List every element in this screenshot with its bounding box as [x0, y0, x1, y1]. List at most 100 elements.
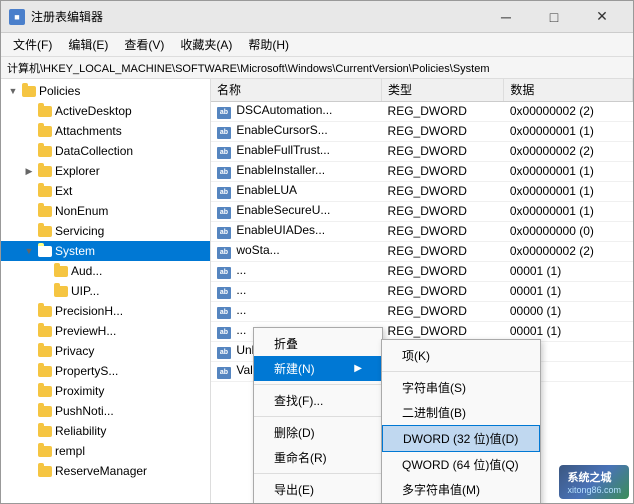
context-menu: 折叠 新建(N) ▶ 查找(F)... 删除(D) 重命名(R)	[253, 327, 383, 503]
tree-item-system[interactable]: ▼ System	[1, 241, 210, 261]
tree-item-proximity[interactable]: Proximity	[1, 381, 210, 401]
tree-item-explorer[interactable]: ▶ Explorer	[1, 161, 210, 181]
tree-panel[interactable]: ▼ Policies ▶ ActiveDesktop ▶ Attachments	[1, 79, 211, 503]
submenu-item-dword[interactable]: DWORD (32 位)值(D)	[382, 425, 540, 452]
cell-type-9: REG_DWORD	[382, 281, 504, 301]
tree-item-attachments[interactable]: ▶ Attachments	[1, 121, 210, 141]
col-header-type[interactable]: 类型	[382, 79, 504, 101]
ctx-item-export[interactable]: 导出(E)	[254, 477, 382, 502]
watermark: 系统之城 xitong86.com	[559, 465, 629, 499]
table-row[interactable]: ab EnableFullTrust...REG_DWORD0x00000002…	[211, 141, 633, 161]
tree-item-servicing[interactable]: Servicing	[1, 221, 210, 241]
menu-item-a[interactable]: 收藏夹(A)	[172, 33, 240, 56]
folder-icon-reliability	[37, 424, 53, 438]
ctx-item-new[interactable]: 新建(N) ▶	[254, 356, 382, 381]
expand-icon-policies[interactable]: ▼	[5, 83, 21, 99]
submenu-separator-1	[382, 371, 540, 372]
table-row[interactable]: ab EnableLUAREG_DWORD0x00000001 (1)	[211, 181, 633, 201]
tree-item-propertys[interactable]: PropertyS...	[1, 361, 210, 381]
tree-item-privacy[interactable]: Privacy	[1, 341, 210, 361]
cell-name-2: ab EnableFullTrust...	[211, 141, 382, 161]
table-row[interactable]: ab EnableInstaller...REG_DWORD0x00000001…	[211, 161, 633, 181]
ctx-separator-2	[254, 416, 382, 417]
title-buttons: ─ □ ✕	[483, 3, 625, 31]
table-row[interactable]: ab ...REG_DWORD00000 (1)	[211, 301, 633, 321]
menu-item-v[interactable]: 查看(V)	[116, 33, 172, 56]
tree-item-pushnoti[interactable]: PushNoti...	[1, 401, 210, 421]
expand-icon-system[interactable]: ▼	[21, 243, 37, 259]
submenu-item-qword[interactable]: QWORD (64 位)值(Q)	[382, 452, 540, 477]
cell-name-4: ab EnableLUA	[211, 181, 382, 201]
folder-icon-proximity	[37, 384, 53, 398]
window-title: 注册表编辑器	[31, 8, 103, 25]
tree-item-reliability[interactable]: Reliability	[1, 421, 210, 441]
cell-data-10: 00000 (1)	[504, 301, 633, 321]
cell-name-10: ab ...	[211, 301, 382, 321]
menu-item-f[interactable]: 文件(F)	[5, 33, 60, 56]
ctx-item-find[interactable]: 查找(F)...	[254, 388, 382, 413]
cell-data-0: 0x00000002 (2)	[504, 101, 633, 121]
tree-item-policies[interactable]: ▼ Policies	[1, 81, 210, 101]
ctx-separator-1	[254, 384, 382, 385]
cell-data-9: 00001 (1)	[504, 281, 633, 301]
tree-item-previewh[interactable]: PreviewH...	[1, 321, 210, 341]
table-row[interactable]: ab ...REG_DWORD00001 (1)	[211, 261, 633, 281]
cell-name-1: ab EnableCursorS...	[211, 121, 382, 141]
ctx-item-rename[interactable]: 重命名(R)	[254, 445, 382, 470]
tree-item-nonenum[interactable]: NonEnum	[1, 201, 210, 221]
tree-item-uip[interactable]: UIP...	[1, 281, 210, 301]
submenu-item-binary[interactable]: 二进制值(B)	[382, 400, 540, 425]
menu-item-h[interactable]: 帮助(H)	[240, 33, 297, 56]
table-row[interactable]: ab woSta...REG_DWORD0x00000002 (2)	[211, 241, 633, 261]
title-bar-left: ■ 注册表编辑器	[9, 8, 103, 25]
cell-type-2: REG_DWORD	[382, 141, 504, 161]
cell-type-8: REG_DWORD	[382, 261, 504, 281]
table-row[interactable]: ab EnableCursorS...REG_DWORD0x00000001 (…	[211, 121, 633, 141]
cell-data-4: 0x00000001 (1)	[504, 181, 633, 201]
submenu-item-string[interactable]: 字符串值(S)	[382, 375, 540, 400]
minimize-button[interactable]: ─	[483, 3, 529, 31]
folder-icon-activedesktop	[37, 104, 53, 118]
cell-type-3: REG_DWORD	[382, 161, 504, 181]
cell-data-6: 0x00000000 (0)	[504, 221, 633, 241]
submenu-item-expandstring[interactable]: 可扩充字符串值(E)	[382, 502, 540, 503]
cell-name-7: ab woSta...	[211, 241, 382, 261]
tree-item-reservemanager[interactable]: ReserveManager	[1, 461, 210, 481]
ctx-item-delete[interactable]: 删除(D)	[254, 420, 382, 445]
tree-item-activedesktop[interactable]: ▶ ActiveDesktop	[1, 101, 210, 121]
col-header-name[interactable]: 名称	[211, 79, 382, 101]
expand-icon-explorer[interactable]: ▶	[21, 163, 37, 179]
folder-icon-nonenum	[37, 204, 53, 218]
menu-item-e[interactable]: 编辑(E)	[60, 33, 116, 56]
submenu-new: 项(K) 字符串值(S) 二进制值(B) DWORD (32 位)值(D) QW…	[381, 339, 541, 503]
cell-type-1: REG_DWORD	[382, 121, 504, 141]
cell-type-7: REG_DWORD	[382, 241, 504, 261]
tree-item-aud[interactable]: Aud...	[1, 261, 210, 281]
table-row[interactable]: ab EnableUIADes...REG_DWORD0x00000000 (0…	[211, 221, 633, 241]
tree-item-rempl[interactable]: rempl	[1, 441, 210, 461]
table-row[interactable]: ab DSCAutomation...REG_DWORD0x00000002 (…	[211, 101, 633, 121]
table-row[interactable]: ab EnableSecureU...REG_DWORD0x00000001 (…	[211, 201, 633, 221]
close-button[interactable]: ✕	[579, 3, 625, 31]
cell-name-6: ab EnableUIADes...	[211, 221, 382, 241]
title-bar: ■ 注册表编辑器 ─ □ ✕	[1, 1, 633, 33]
table-row[interactable]: ab ...REG_DWORD00001 (1)	[211, 281, 633, 301]
submenu-item-multistring[interactable]: 多字符串值(M)	[382, 477, 540, 502]
submenu-item-key[interactable]: 项(K)	[382, 343, 540, 368]
maximize-button[interactable]: □	[531, 3, 577, 31]
folder-icon-propertys	[37, 364, 53, 378]
breadcrumb: 计算机\HKEY_LOCAL_MACHINE\SOFTWARE\Microsof…	[1, 57, 633, 79]
ctx-item-collapse[interactable]: 折叠	[254, 331, 382, 356]
col-header-data[interactable]: 数据	[504, 79, 633, 101]
cell-type-6: REG_DWORD	[382, 221, 504, 241]
folder-icon-datacollection	[37, 144, 53, 158]
folder-icon-rempl	[37, 444, 53, 458]
tree-item-ext[interactable]: Ext	[1, 181, 210, 201]
ctx-item-permissions[interactable]: 权限(P)...	[254, 502, 382, 503]
folder-icon-explorer	[37, 164, 53, 178]
tree-item-datacollection[interactable]: ▶ DataCollection	[1, 141, 210, 161]
cell-data-7: 0x00000002 (2)	[504, 241, 633, 261]
cell-data-5: 0x00000001 (1)	[504, 201, 633, 221]
cell-name-8: ab ...	[211, 261, 382, 281]
tree-item-precisionh[interactable]: PrecisionH...	[1, 301, 210, 321]
